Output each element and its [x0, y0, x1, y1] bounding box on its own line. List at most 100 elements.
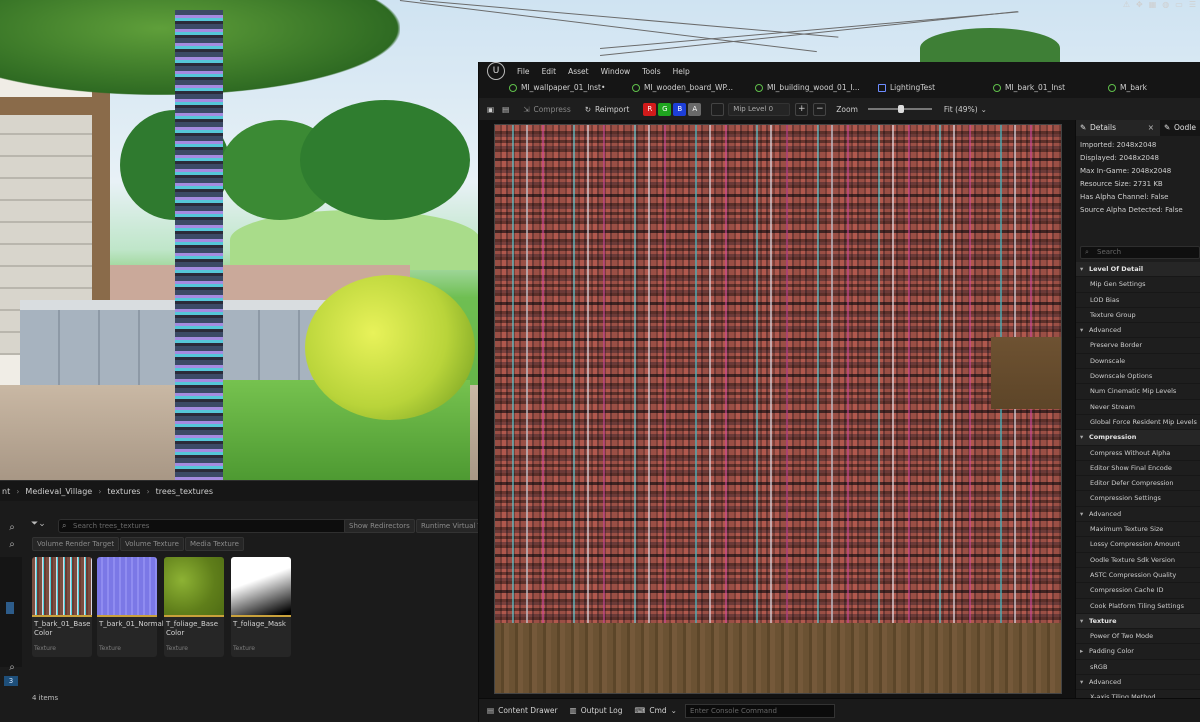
- property-row[interactable]: Mip Gen Settings: [1076, 277, 1200, 293]
- chevron-down-icon[interactable]: ▾: [1080, 614, 1089, 628]
- channel-a-toggle[interactable]: A: [688, 102, 702, 116]
- property-row[interactable]: Power Of Two Mode: [1076, 629, 1200, 645]
- plus-icon[interactable]: +: [795, 102, 809, 116]
- property-row[interactable]: Lossy Compression Amount: [1076, 537, 1200, 553]
- tab-mi-wooden-board[interactable]: MI_wooden_board_WP...: [628, 80, 751, 96]
- texture-viewport[interactable]: [479, 120, 1075, 700]
- breadcrumb-item[interactable]: textures: [107, 487, 140, 496]
- property-row[interactable]: ▾ Advanced: [1076, 506, 1200, 523]
- type-chip[interactable]: Media Texture: [185, 537, 244, 551]
- search-icon[interactable]: ⌕: [4, 521, 20, 535]
- type-chip[interactable]: Volume Render Target: [32, 537, 120, 551]
- texture-editor-window: U File Edit Asset Window Tools Help MI_w…: [478, 62, 1200, 722]
- breadcrumb-item[interactable]: trees_textures: [156, 487, 213, 496]
- close-icon[interactable]: ×: [1148, 120, 1154, 136]
- chevron-down-icon[interactable]: ▾: [1080, 507, 1089, 521]
- browse-icon[interactable]: ▤: [502, 105, 509, 114]
- chevron-down-icon[interactable]: ▾: [1080, 675, 1089, 689]
- property-row[interactable]: Cook Platform Tiling Settings: [1076, 598, 1200, 614]
- tab-mi-bark[interactable]: MI_bark_01_Inst: [989, 80, 1104, 96]
- mip-checkbox[interactable]: [711, 102, 725, 116]
- world-icon[interactable]: ◍: [1162, 0, 1169, 10]
- tab-m-bark[interactable]: M_bark: [1104, 80, 1184, 96]
- asset-tile[interactable]: T_bark_01_Normal Texture: [97, 557, 164, 657]
- search-icon[interactable]: ⌕: [4, 538, 20, 552]
- property-row[interactable]: Compression Settings: [1076, 491, 1200, 507]
- channel-g-toggle[interactable]: G: [658, 102, 672, 116]
- property-row[interactable]: Maximum Texture Size: [1076, 522, 1200, 538]
- menu-file[interactable]: File: [517, 67, 530, 76]
- property-section[interactable]: ▾ Compression: [1076, 430, 1200, 446]
- property-row[interactable]: sRGB: [1076, 659, 1200, 676]
- tab-details[interactable]: ✎ Details ×: [1076, 120, 1160, 136]
- move-icon[interactable]: ✥: [1136, 0, 1143, 10]
- warning-icon[interactable]: ⚠: [1123, 0, 1130, 10]
- property-row[interactable]: Downscale: [1076, 353, 1200, 370]
- menu-window[interactable]: Window: [601, 67, 631, 76]
- filter-icon[interactable]: ⏷⌄: [31, 519, 46, 529]
- tab-oodle[interactable]: ✎ Oodle: [1160, 120, 1200, 136]
- minus-icon[interactable]: −: [813, 102, 827, 116]
- chevron-down-icon[interactable]: ⌄: [981, 105, 987, 114]
- save-icon[interactable]: ▣: [487, 105, 494, 114]
- menu-tools[interactable]: Tools: [642, 67, 660, 76]
- channel-b-toggle[interactable]: B: [673, 102, 687, 116]
- asset-tile[interactable]: T_foliage_Base Color Texture: [164, 557, 224, 657]
- property-section[interactable]: ▾ Texture: [1076, 613, 1200, 630]
- property-row[interactable]: LOD Bias: [1076, 292, 1200, 308]
- output-log-button[interactable]: ▥ Output Log: [570, 706, 623, 715]
- asset-tile[interactable]: T_foliage_Mask Texture: [231, 557, 291, 657]
- property-row[interactable]: Texture Group: [1076, 307, 1200, 324]
- compress-button[interactable]: ⇲ Compress: [523, 105, 571, 114]
- property-row[interactable]: Compression Cache ID: [1076, 583, 1200, 599]
- search-icon[interactable]: ⌕: [4, 661, 20, 675]
- property-row[interactable]: ▸ Padding Color: [1076, 644, 1200, 660]
- property-row[interactable]: ▾ Advanced: [1076, 675, 1200, 691]
- property-label: sRGB: [1090, 662, 1108, 671]
- property-row[interactable]: ▾ Advanced: [1076, 323, 1200, 339]
- chevron-down-icon[interactable]: ▾: [1080, 323, 1089, 337]
- property-label: Advanced: [1089, 326, 1122, 335]
- zoom-value-select[interactable]: Fit (49%): [944, 105, 978, 114]
- menu-help[interactable]: Help: [673, 67, 690, 76]
- tab-mi-building-wood[interactable]: MI_building_wood_01_I...: [751, 80, 874, 96]
- filter-chip[interactable]: Show Redirectors: [344, 519, 415, 533]
- property-row[interactable]: Editor Show Final Encode: [1076, 460, 1200, 477]
- property-row[interactable]: Preserve Border: [1076, 338, 1200, 354]
- chevron-right-icon[interactable]: ▸: [1080, 644, 1089, 658]
- menu-asset[interactable]: Asset: [568, 67, 589, 76]
- property-row[interactable]: ASTC Compression Quality: [1076, 567, 1200, 584]
- grid-icon[interactable]: ▦: [1149, 0, 1157, 10]
- asset-thumbnail: [97, 557, 157, 615]
- asset-search-input[interactable]: ⌕ Search trees_textures ⌄: [58, 519, 364, 533]
- property-row[interactable]: Global Force Resident Mip Levels: [1076, 414, 1200, 431]
- menu-edit[interactable]: Edit: [542, 67, 557, 76]
- content-drawer-button[interactable]: ▤ Content Drawer: [487, 706, 558, 715]
- mip-level-select[interactable]: Mip Level 0: [728, 102, 791, 116]
- property-row[interactable]: Editor Defer Compression: [1076, 476, 1200, 492]
- zoom-slider[interactable]: [867, 105, 932, 113]
- property-label: Advanced: [1089, 509, 1122, 518]
- channel-r-toggle[interactable]: R: [643, 102, 657, 116]
- tab-lighting-test[interactable]: LightingTest: [874, 80, 989, 96]
- tab-mi-wallpaper[interactable]: MI_wallpaper_01_Inst•: [505, 80, 628, 96]
- zoom-slider-handle[interactable]: [897, 105, 904, 113]
- layers-icon[interactable]: ☰: [1189, 0, 1196, 10]
- asset-tile[interactable]: T_bark_01_Base Color Texture: [32, 557, 92, 657]
- chevron-down-icon[interactable]: ▾: [1080, 430, 1089, 444]
- property-row[interactable]: Never Stream: [1076, 399, 1200, 415]
- ruler-icon[interactable]: ▭: [1175, 0, 1183, 10]
- reimport-button[interactable]: ↻ Reimport: [585, 105, 630, 114]
- details-search-input[interactable]: ⌕ Search: [1080, 246, 1200, 259]
- breadcrumb-item[interactable]: Medieval_Village: [25, 487, 92, 496]
- type-chip[interactable]: Volume Texture: [120, 537, 184, 551]
- console-input[interactable]: Enter Console Command: [684, 703, 835, 718]
- property-row[interactable]: Oodle Texture Sdk Version: [1076, 552, 1200, 568]
- property-row[interactable]: Downscale Options: [1076, 369, 1200, 385]
- property-section[interactable]: ▾ Level Of Detail: [1076, 262, 1200, 278]
- property-row[interactable]: Num Cinematic Mip Levels: [1076, 384, 1200, 400]
- chevron-down-icon[interactable]: ▾: [1080, 262, 1089, 276]
- property-row[interactable]: Compress Without Alpha: [1076, 445, 1200, 461]
- cmd-button[interactable]: ⌨ Cmd ⌄: [635, 706, 677, 715]
- breadcrumb-item[interactable]: nt: [2, 487, 10, 496]
